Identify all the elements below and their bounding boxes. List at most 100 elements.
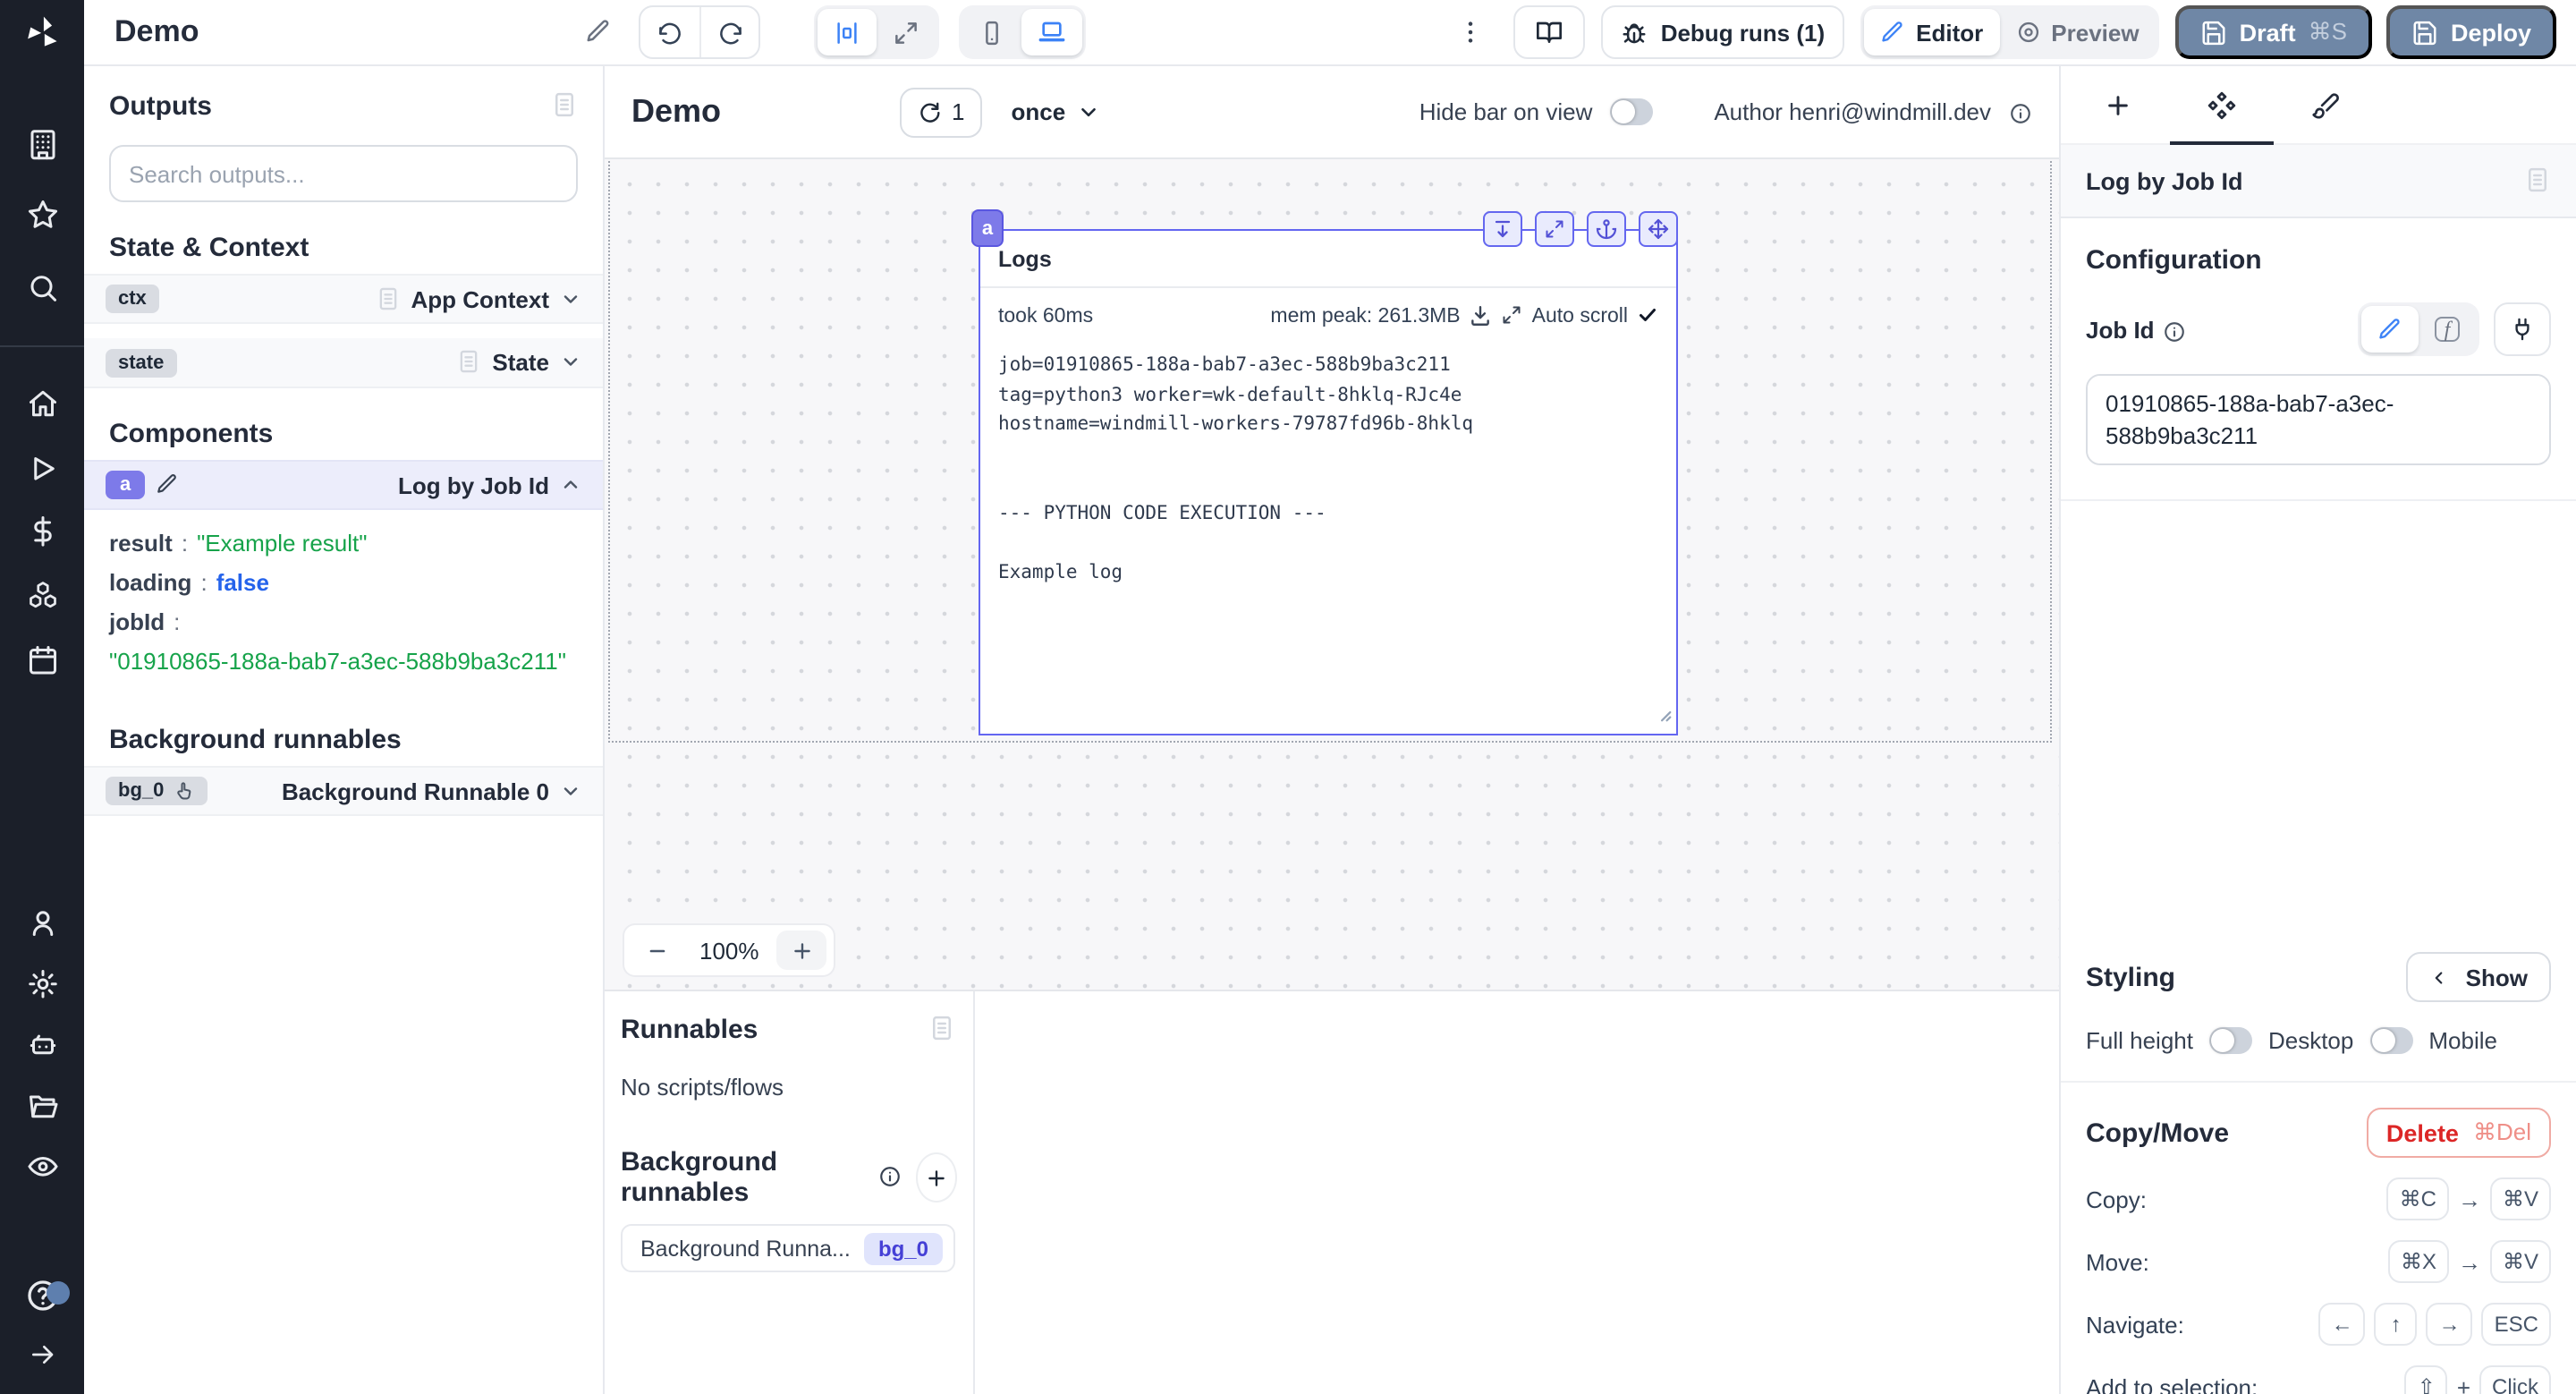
bg-runnable-row[interactable]: bg_0 Background Runnable 0 — [84, 766, 603, 816]
redo-button[interactable] — [699, 7, 758, 57]
draft-label: Draft — [2240, 19, 2296, 46]
expand-component-icon[interactable] — [1535, 211, 1574, 247]
desktop-toggle[interactable] — [2369, 1027, 2412, 1054]
runnables-heading: Runnables — [621, 1014, 758, 1044]
component-a-chevron-up-icon[interactable] — [560, 469, 581, 501]
component-doc-icon[interactable] — [2524, 165, 2551, 197]
component-a-row[interactable]: a Log by Job Id — [84, 460, 603, 510]
ctx-output-row[interactable]: ctx App Context — [84, 274, 603, 324]
docs-button[interactable] — [1514, 5, 1586, 59]
edit-title-icon[interactable] — [585, 16, 612, 48]
zoom-in-button[interactable] — [777, 931, 827, 970]
loading-row[interactable]: loading:false — [109, 564, 578, 603]
outputs-doc-icon[interactable] — [551, 89, 578, 122]
debug-runs-button[interactable]: Debug runs (1) — [1602, 5, 1844, 59]
more-menu-icon[interactable] — [1457, 16, 1486, 48]
workspace-icon[interactable] — [26, 129, 58, 161]
users-icon[interactable] — [26, 907, 58, 939]
app-preview-title: Demo — [631, 93, 721, 131]
windmill-logo-icon[interactable] — [22, 13, 62, 52]
download-logs-icon[interactable] — [1470, 304, 1493, 327]
app-canvas[interactable]: a Logs took 60ms mem peak: 261.3MB — [605, 159, 2059, 990]
bg-runnable-chevron-down-icon[interactable] — [560, 775, 581, 807]
audit-logs-icon[interactable] — [26, 1151, 58, 1183]
autoscroll-check-icon[interactable] — [1637, 305, 1658, 327]
canvas-width-group — [814, 5, 939, 59]
insert-component-tab[interactable] — [2066, 66, 2170, 143]
global-styling-tab[interactable] — [2274, 66, 2377, 143]
preview-tab[interactable]: Preview — [1999, 9, 2155, 55]
background-runnables-heading: Background runnables — [109, 725, 578, 755]
home-icon[interactable] — [26, 388, 58, 421]
static-input-mode-icon[interactable] — [2361, 306, 2419, 353]
add-selection-label: Add to selection: — [2086, 1373, 2258, 1394]
bg-runnables-info-icon[interactable] — [877, 1161, 901, 1194]
hide-bar-toggle[interactable] — [1610, 98, 1653, 125]
state-chevron-down-icon[interactable] — [560, 346, 581, 378]
runnable-detail-empty — [975, 991, 2059, 1394]
jobid-input[interactable]: 01910865-188a-bab7-a3ec-588b9ba3c211 — [2086, 374, 2551, 465]
jobid-info-icon[interactable] — [2164, 316, 2187, 343]
dock-bottom-icon[interactable] — [1483, 211, 1522, 247]
variables-icon[interactable] — [26, 515, 58, 548]
search-outputs-box — [109, 145, 578, 202]
search-icon[interactable] — [26, 272, 58, 304]
folders-icon[interactable] — [26, 1090, 58, 1122]
connect-input-icon[interactable] — [2494, 302, 2551, 356]
resize-handle-icon[interactable] — [1653, 698, 1673, 730]
show-styling-button[interactable]: Show — [2407, 952, 2551, 1002]
desktop-view-button[interactable] — [1021, 9, 1082, 55]
draft-shortcut: ⌘S — [2309, 18, 2347, 47]
favorites-icon[interactable] — [26, 199, 58, 231]
anchor-component-icon[interactable] — [1587, 211, 1626, 247]
bg-runnable-badge: bg_0 — [106, 777, 207, 805]
move-shortcut-row: Move: ⌘X→⌘V — [2086, 1240, 2551, 1283]
resources-icon[interactable] — [26, 580, 58, 612]
author-info-icon[interactable] — [2009, 98, 2032, 125]
zoom-out-button[interactable] — [631, 931, 682, 970]
schedules-icon[interactable] — [26, 644, 58, 676]
component-rename-icon[interactable] — [156, 469, 179, 501]
draft-button[interactable]: Draft ⌘S — [2175, 5, 2372, 59]
centered-layout-button[interactable] — [818, 9, 877, 55]
logs-component-id-badge[interactable]: a — [971, 209, 1004, 247]
deploy-button[interactable]: Deploy — [2386, 5, 2556, 59]
settings-icon[interactable] — [26, 968, 58, 1000]
jobid-row[interactable]: jobId: — [109, 603, 578, 642]
add-bg-runnable-button[interactable] — [917, 1154, 955, 1201]
full-height-toggle[interactable] — [2209, 1027, 2252, 1054]
eval-input-mode-icon[interactable]: f — [2419, 306, 2476, 353]
styling-section: Styling Show Full height Desktop Mobile … — [2061, 952, 2576, 1394]
bg-runnables-heading: Background runnables — [621, 1147, 861, 1208]
editor-tab[interactable]: Editor — [1864, 9, 1999, 55]
undo-button[interactable] — [640, 7, 699, 57]
full-width-button[interactable] — [877, 9, 936, 55]
state-output-row[interactable]: state State — [84, 338, 603, 388]
mobile-view-button[interactable] — [962, 9, 1021, 55]
workers-icon[interactable] — [26, 1029, 58, 1061]
ctx-chevron-down-icon[interactable] — [560, 283, 581, 315]
jobid-value[interactable]: "01910865-188a-bab7-a3ec-588b9ba3c211" — [109, 642, 578, 682]
refresh-button[interactable]: 1 — [900, 87, 982, 137]
result-row[interactable]: result:"Example result" — [109, 524, 578, 564]
component-settings-tab[interactable] — [2170, 66, 2274, 143]
runs-icon[interactable] — [26, 453, 58, 485]
autoscroll-label: Auto scroll — [1532, 305, 1628, 327]
full-height-label: Full height — [2086, 1027, 2193, 1054]
up-key: ↑ — [2375, 1303, 2418, 1346]
move-component-icon[interactable] — [1639, 211, 1678, 247]
delete-component-button[interactable]: Delete ⌘Del — [2367, 1108, 2551, 1158]
runnables-doc-icon[interactable] — [928, 1013, 955, 1045]
copymove-heading: Copy/Move — [2086, 1118, 2229, 1148]
no-scripts-text: No scripts/flows — [621, 1074, 955, 1101]
collapse-sidebar-icon[interactable] — [28, 1339, 56, 1371]
bg-runnable-list-item[interactable]: Background Runna... bg_0 — [621, 1224, 955, 1272]
expand-logs-icon[interactable] — [1502, 305, 1523, 327]
schedule-dropdown[interactable]: once — [1012, 98, 1100, 125]
device-toggle-group — [959, 5, 1086, 59]
logs-component[interactable]: a Logs took 60ms mem peak: 261.3MB — [979, 229, 1678, 735]
bg-runnable-name: Background Runna... — [640, 1236, 851, 1261]
logs-component-toolbar — [1483, 211, 1678, 247]
left-key: ← — [2319, 1303, 2366, 1346]
search-outputs-input[interactable] — [129, 160, 558, 187]
